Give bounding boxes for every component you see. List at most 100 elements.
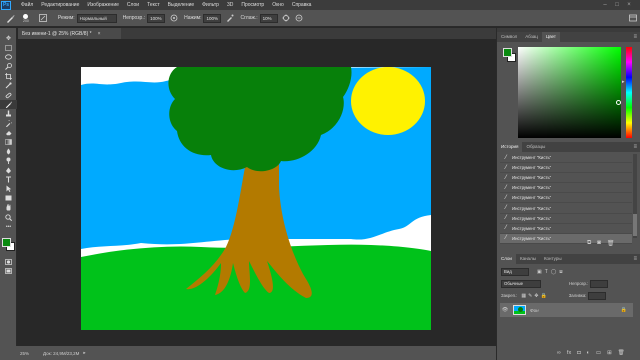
hue-slider-handle-icon[interactable]: ▸ (622, 79, 625, 85)
menu-file[interactable]: Файл (17, 2, 37, 8)
document-canvas[interactable] (81, 67, 431, 330)
snapshot-icon[interactable]: ◙ (597, 240, 601, 247)
tab-layers[interactable]: Слои (497, 254, 516, 264)
brush-size-picker[interactable]: 200 (23, 13, 29, 23)
layer-row[interactable]: 👁 Фон 🔒 (500, 303, 633, 317)
color-field[interactable] (518, 47, 621, 138)
new-group-icon[interactable]: ▭ (596, 350, 601, 356)
tab-swatches[interactable]: Образцы (522, 142, 549, 152)
crop-tool-icon[interactable] (0, 72, 17, 81)
zoom-level[interactable]: 25% (20, 351, 29, 356)
tab-paths[interactable]: Контуры (540, 254, 566, 264)
smoothing-value: 10% (262, 15, 272, 21)
lasso-tool-icon[interactable] (0, 53, 17, 62)
color-panel-foreground-front[interactable] (503, 48, 512, 57)
history-menu-icon[interactable]: ≡ (633, 144, 637, 150)
screen-mode-icon[interactable] (0, 267, 17, 276)
layer-blend-select[interactable]: Обычные (501, 279, 541, 288)
maximize-button[interactable]: □ (612, 1, 622, 9)
color-picker-marker[interactable] (616, 100, 621, 105)
history-item-label: Инструмент "Кисть" (512, 195, 552, 201)
tab-paragraph[interactable]: Абзац (521, 32, 542, 42)
menu-3d[interactable]: 3D (223, 2, 237, 8)
layer-filter-icons[interactable]: ▣T◯⧈ (537, 269, 566, 275)
panel-menu-icon[interactable]: ≡ (633, 34, 637, 40)
menu-image[interactable]: Изображение (83, 2, 123, 8)
zoom-tool-icon[interactable] (0, 212, 17, 221)
brush-tool-icon[interactable] (0, 99, 17, 110)
tab-color[interactable]: Цвет (541, 32, 560, 42)
pressure-opacity-icon[interactable] (169, 14, 178, 23)
history-item[interactable]: ⁄ Инструмент "Кисть" (500, 193, 632, 204)
layer-visibility-eye-icon[interactable]: 👁 (500, 307, 510, 313)
menu-type[interactable]: Текст (143, 2, 164, 8)
history-item[interactable]: ⁄ Инструмент "Кисть" (500, 173, 632, 184)
menu-help[interactable]: Справка (288, 2, 316, 8)
type-tool-icon[interactable] (0, 175, 17, 184)
history-brush-tool-icon[interactable] (0, 119, 17, 128)
menu-layers[interactable]: Слои (123, 2, 143, 8)
history-item[interactable]: ⁄ Инструмент "Кисть" (500, 163, 632, 174)
adjustment-layer-icon[interactable]: ◐ (587, 350, 590, 356)
hand-tool-icon[interactable] (0, 203, 17, 212)
add-mask-icon[interactable]: ◘ (577, 350, 580, 356)
history-item[interactable]: ⁄ Инструмент "Кисть" (500, 214, 632, 224)
menu-window[interactable]: Окно (268, 2, 288, 8)
history-item[interactable]: ⁄ Инструмент "Кисть" (500, 224, 632, 234)
close-tab-icon[interactable]: × (98, 31, 101, 37)
tab-channels[interactable]: Каналы (516, 254, 540, 264)
layer-lock-icons[interactable]: ▦✎✥🔒 (521, 293, 548, 299)
history-item[interactable]: ⁄ Инструмент "Кисть" (500, 203, 632, 214)
healing-tool-icon[interactable] (0, 90, 17, 99)
shape-tool-icon[interactable] (0, 194, 17, 203)
layer-fill-input[interactable] (588, 291, 607, 300)
tab-character[interactable]: Символ (497, 32, 521, 42)
pressure-size-icon[interactable] (295, 14, 304, 23)
menu-select[interactable]: Выделение (164, 2, 199, 8)
layer-style-icon[interactable]: fx (567, 350, 571, 356)
menu-view[interactable]: Просмотр (237, 2, 268, 8)
brush-preset-icon[interactable] (6, 14, 15, 23)
history-item[interactable]: ⁄ Инструмент "Кисть" (500, 183, 632, 194)
new-layer-icon[interactable]: ⊞ (607, 350, 612, 356)
brush-panel-toggle-icon[interactable] (39, 14, 48, 23)
quick-mask-icon[interactable] (0, 257, 17, 266)
stamp-tool-icon[interactable] (0, 109, 17, 118)
foreground-color-swatch[interactable] (2, 238, 11, 248)
layer-opacity-input[interactable] (590, 279, 609, 288)
move-tool-icon[interactable]: ✥ (0, 34, 17, 43)
smoothing-input[interactable]: 10% (259, 13, 278, 23)
close-button[interactable]: × (624, 1, 634, 9)
menu-filter[interactable]: Фильтр (198, 2, 223, 8)
pen-tool-icon[interactable] (0, 165, 17, 174)
opacity-input[interactable]: 100% (147, 13, 166, 23)
pressure-input[interactable]: 100% (203, 13, 222, 23)
eyedropper-tool-icon[interactable] (0, 81, 17, 90)
layer-kind-select[interactable]: Вид (501, 267, 529, 276)
quick-select-tool-icon[interactable] (0, 62, 17, 71)
layers-menu-icon[interactable]: ≡ (633, 256, 637, 262)
minimize-button[interactable]: – (600, 1, 610, 9)
blur-tool-icon[interactable] (0, 147, 17, 156)
smoothing-options-icon[interactable] (282, 14, 291, 23)
menu-edit[interactable]: Редактирование (37, 2, 83, 8)
link-layers-icon[interactable]: ∞ (557, 350, 561, 356)
marquee-tool-icon[interactable] (0, 43, 17, 52)
document-tab[interactable]: Без имени-1 @ 25% (RGB/8) * × (18, 28, 121, 39)
hue-slider[interactable] (626, 47, 632, 138)
status-menu-arrow-icon[interactable]: ▸ (83, 350, 85, 356)
history-item[interactable]: ⁄ Инструмент "Кисть" (500, 153, 632, 164)
gradient-tool-icon[interactable] (0, 137, 17, 146)
workspace-switcher-icon[interactable] (628, 14, 637, 23)
path-select-tool-icon[interactable] (0, 184, 17, 193)
dodge-tool-icon[interactable] (0, 156, 17, 165)
delete-layer-icon[interactable]: 🗑 (618, 350, 625, 356)
history-scrollbar[interactable] (633, 154, 637, 238)
delete-state-icon[interactable]: 🗑 (607, 240, 615, 247)
new-document-from-state-icon[interactable]: ⧉ (587, 240, 591, 247)
more-tools-icon[interactable]: ••• (0, 222, 17, 231)
tab-history[interactable]: История (497, 142, 523, 152)
mode-select[interactable]: Нормальный (76, 13, 117, 23)
airbrush-icon[interactable] (225, 14, 234, 23)
eraser-tool-icon[interactable] (0, 128, 17, 137)
